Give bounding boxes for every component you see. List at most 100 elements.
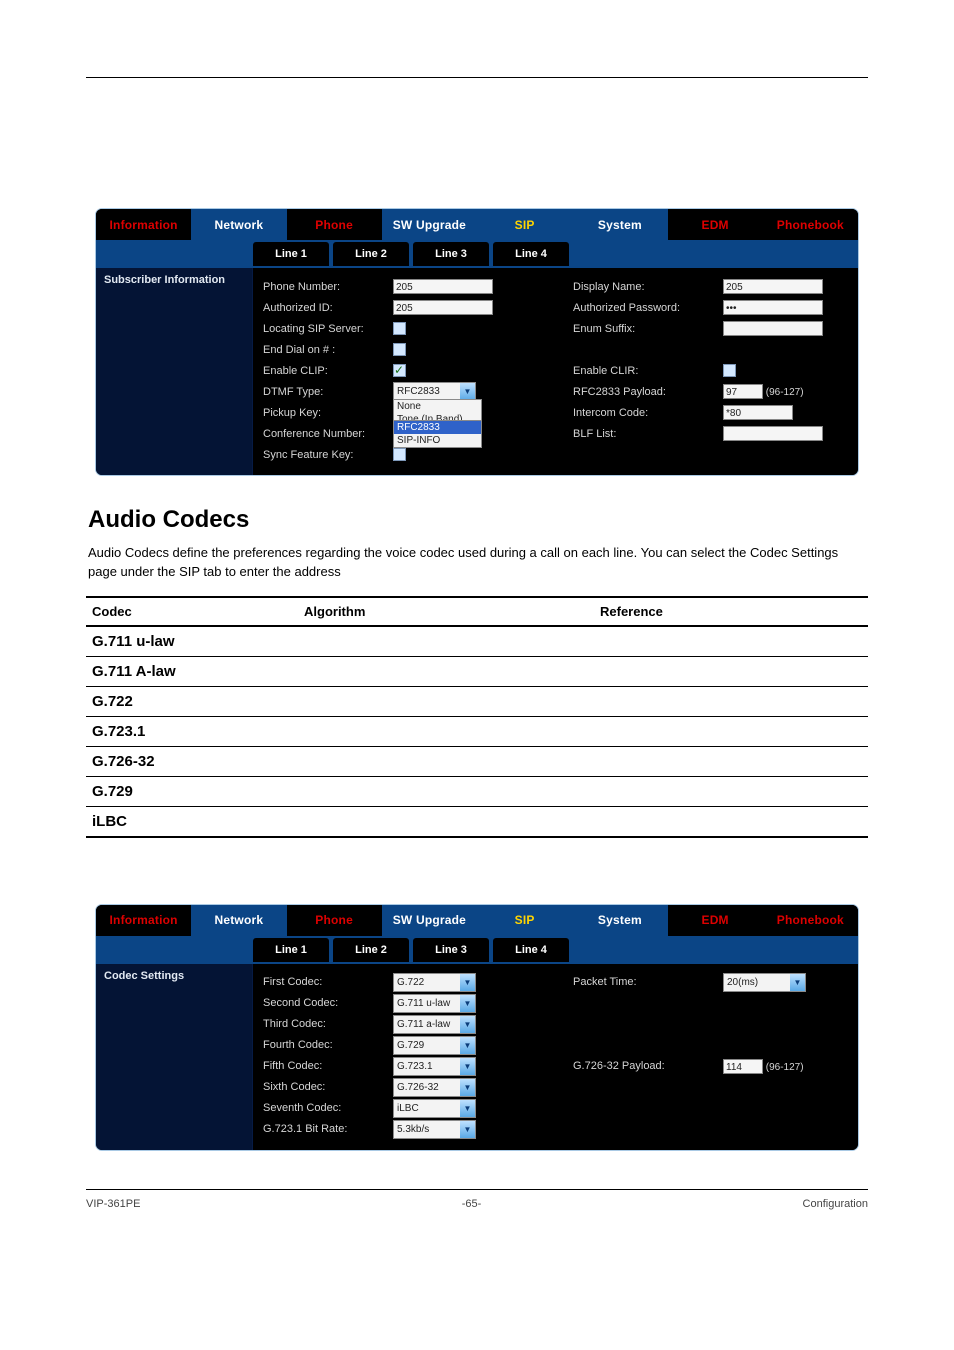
- text-input[interactable]: •••: [723, 300, 823, 315]
- tab-system[interactable]: System: [572, 209, 667, 240]
- table-cell: [594, 716, 868, 746]
- dropdown[interactable]: G.726-32▼: [393, 1078, 476, 1097]
- checkbox[interactable]: [393, 364, 406, 377]
- chevron-down-icon: ▼: [790, 974, 805, 991]
- table-header: Algorithm: [298, 597, 594, 626]
- tab-sw-upgrade[interactable]: SW Upgrade: [382, 905, 477, 936]
- table-cell: [298, 806, 594, 837]
- form-row: Enable CLIP:Enable CLIR:: [263, 360, 848, 381]
- field-control: G.729▼: [393, 1036, 553, 1055]
- text-input[interactable]: 97: [723, 384, 763, 399]
- dropdown[interactable]: G.722▼: [393, 973, 476, 992]
- field-control: [723, 426, 848, 441]
- text-input[interactable]: 205: [723, 279, 823, 294]
- subtab-line-2[interactable]: Line 2: [333, 242, 409, 266]
- tab-edm[interactable]: EDM: [668, 209, 763, 240]
- chevron-down-icon: ▼: [460, 995, 475, 1012]
- field-label: Second Codec:: [263, 997, 393, 1009]
- form-row: Phone Number:205Display Name:205: [263, 276, 848, 297]
- field-control: [393, 322, 553, 335]
- checkbox[interactable]: [393, 343, 406, 356]
- text-input[interactable]: 114: [723, 1059, 763, 1074]
- table-cell: [594, 806, 868, 837]
- tab-sip[interactable]: SIP: [477, 905, 572, 936]
- subtab-line-3[interactable]: Line 3: [413, 938, 489, 962]
- tab-information[interactable]: Information: [96, 905, 191, 936]
- tab-sw-upgrade[interactable]: SW Upgrade: [382, 209, 477, 240]
- field-label: First Codec:: [263, 976, 393, 988]
- dropdown[interactable]: G.729▼: [393, 1036, 476, 1055]
- checkbox[interactable]: [393, 322, 406, 335]
- tab-network[interactable]: Network: [191, 905, 286, 936]
- tabstrip: InformationNetworkPhoneSW UpgradeSIPSyst…: [96, 905, 858, 938]
- text-input[interactable]: [723, 321, 823, 336]
- dropdown[interactable]: iLBC▼: [393, 1099, 476, 1118]
- field-control: G.726-32▼: [393, 1078, 553, 1097]
- field-label: Packet Time:: [573, 976, 723, 988]
- field-control: 20(ms)▼: [723, 973, 848, 992]
- form-row: Authorized ID:205Authorized Password:•••: [263, 297, 848, 318]
- field-label: Authorized Password:: [573, 302, 723, 314]
- tab-phonebook[interactable]: Phonebook: [763, 905, 858, 936]
- field-control: iLBC▼: [393, 1099, 553, 1118]
- chevron-down-icon: ▼: [460, 1058, 475, 1075]
- tab-phone[interactable]: Phone: [287, 905, 382, 936]
- form-row: Conference Number:RFC2833SIP-INFOBLF Lis…: [263, 423, 848, 444]
- table-cell: [298, 746, 594, 776]
- tab-information[interactable]: Information: [96, 209, 191, 240]
- text-input[interactable]: *80: [723, 405, 793, 420]
- tab-phone[interactable]: Phone: [287, 209, 382, 240]
- field-label: Enable CLIP:: [263, 365, 393, 377]
- subtab-line-1[interactable]: Line 1: [253, 938, 329, 962]
- field-control: 205: [393, 300, 553, 315]
- panel-section-title: Codec Settings: [96, 964, 253, 1150]
- checkbox[interactable]: [723, 364, 736, 377]
- tab-phonebook[interactable]: Phonebook: [763, 209, 858, 240]
- form-row: Fifth Codec:G.723.1▼G.726-32 Payload:114…: [263, 1056, 848, 1077]
- field-control: G.722▼: [393, 973, 553, 992]
- dropdown[interactable]: 20(ms)▼: [723, 973, 806, 992]
- chevron-down-icon: ▼: [460, 1100, 475, 1117]
- text-input[interactable]: 205: [393, 300, 493, 315]
- tab-edm[interactable]: EDM: [668, 905, 763, 936]
- tab-sip[interactable]: SIP: [477, 209, 572, 240]
- checkbox[interactable]: [393, 448, 406, 461]
- field-label: Third Codec:: [263, 1018, 393, 1030]
- field-label: Seventh Codec:: [263, 1102, 393, 1114]
- dropdown[interactable]: G.723.1▼: [393, 1057, 476, 1076]
- subtab-line-4[interactable]: Line 4: [493, 938, 569, 962]
- field-suffix: (96-127): [763, 1062, 804, 1073]
- listbox[interactable]: RFC2833SIP-INFO: [393, 420, 482, 448]
- subtab-line-2[interactable]: Line 2: [333, 938, 409, 962]
- subtab-line-3[interactable]: Line 3: [413, 242, 489, 266]
- table-cell: G.729: [86, 776, 298, 806]
- field-control: [393, 364, 553, 377]
- dropdown[interactable]: 5.3kb/s▼: [393, 1120, 476, 1139]
- chevron-down-icon: ▼: [460, 1037, 475, 1054]
- dropdown[interactable]: G.711 u-law▼: [393, 994, 476, 1013]
- form-row: G.723.1 Bit Rate:5.3kb/s▼: [263, 1119, 848, 1140]
- chevron-down-icon: ▼: [460, 1079, 475, 1096]
- table-cell: [594, 746, 868, 776]
- chevron-down-icon: ▼: [460, 1016, 475, 1033]
- table-cell: [298, 656, 594, 686]
- codec-settings-panel: InformationNetworkPhoneSW UpgradeSIPSyst…: [95, 904, 859, 1151]
- text-input[interactable]: 205: [393, 279, 493, 294]
- field-label: BLF List:: [573, 428, 723, 440]
- tab-network[interactable]: Network: [191, 209, 286, 240]
- panel-section-title: Subscriber Information: [96, 268, 253, 475]
- field-control: [393, 448, 553, 461]
- table-cell: [298, 626, 594, 657]
- table-cell: [594, 656, 868, 686]
- footer-pageno: -65-: [462, 1198, 482, 1210]
- form-row: Sync Feature Key:: [263, 444, 848, 465]
- text-input[interactable]: [723, 426, 823, 441]
- table-cell: [298, 776, 594, 806]
- field-label: Display Name:: [573, 281, 723, 293]
- field-control: •••: [723, 300, 848, 315]
- tab-system[interactable]: System: [572, 905, 667, 936]
- dropdown[interactable]: G.711 a-law▼: [393, 1015, 476, 1034]
- subtab-line-4[interactable]: Line 4: [493, 242, 569, 266]
- subtab-line-1[interactable]: Line 1: [253, 242, 329, 266]
- table-cell: iLBC: [86, 806, 298, 837]
